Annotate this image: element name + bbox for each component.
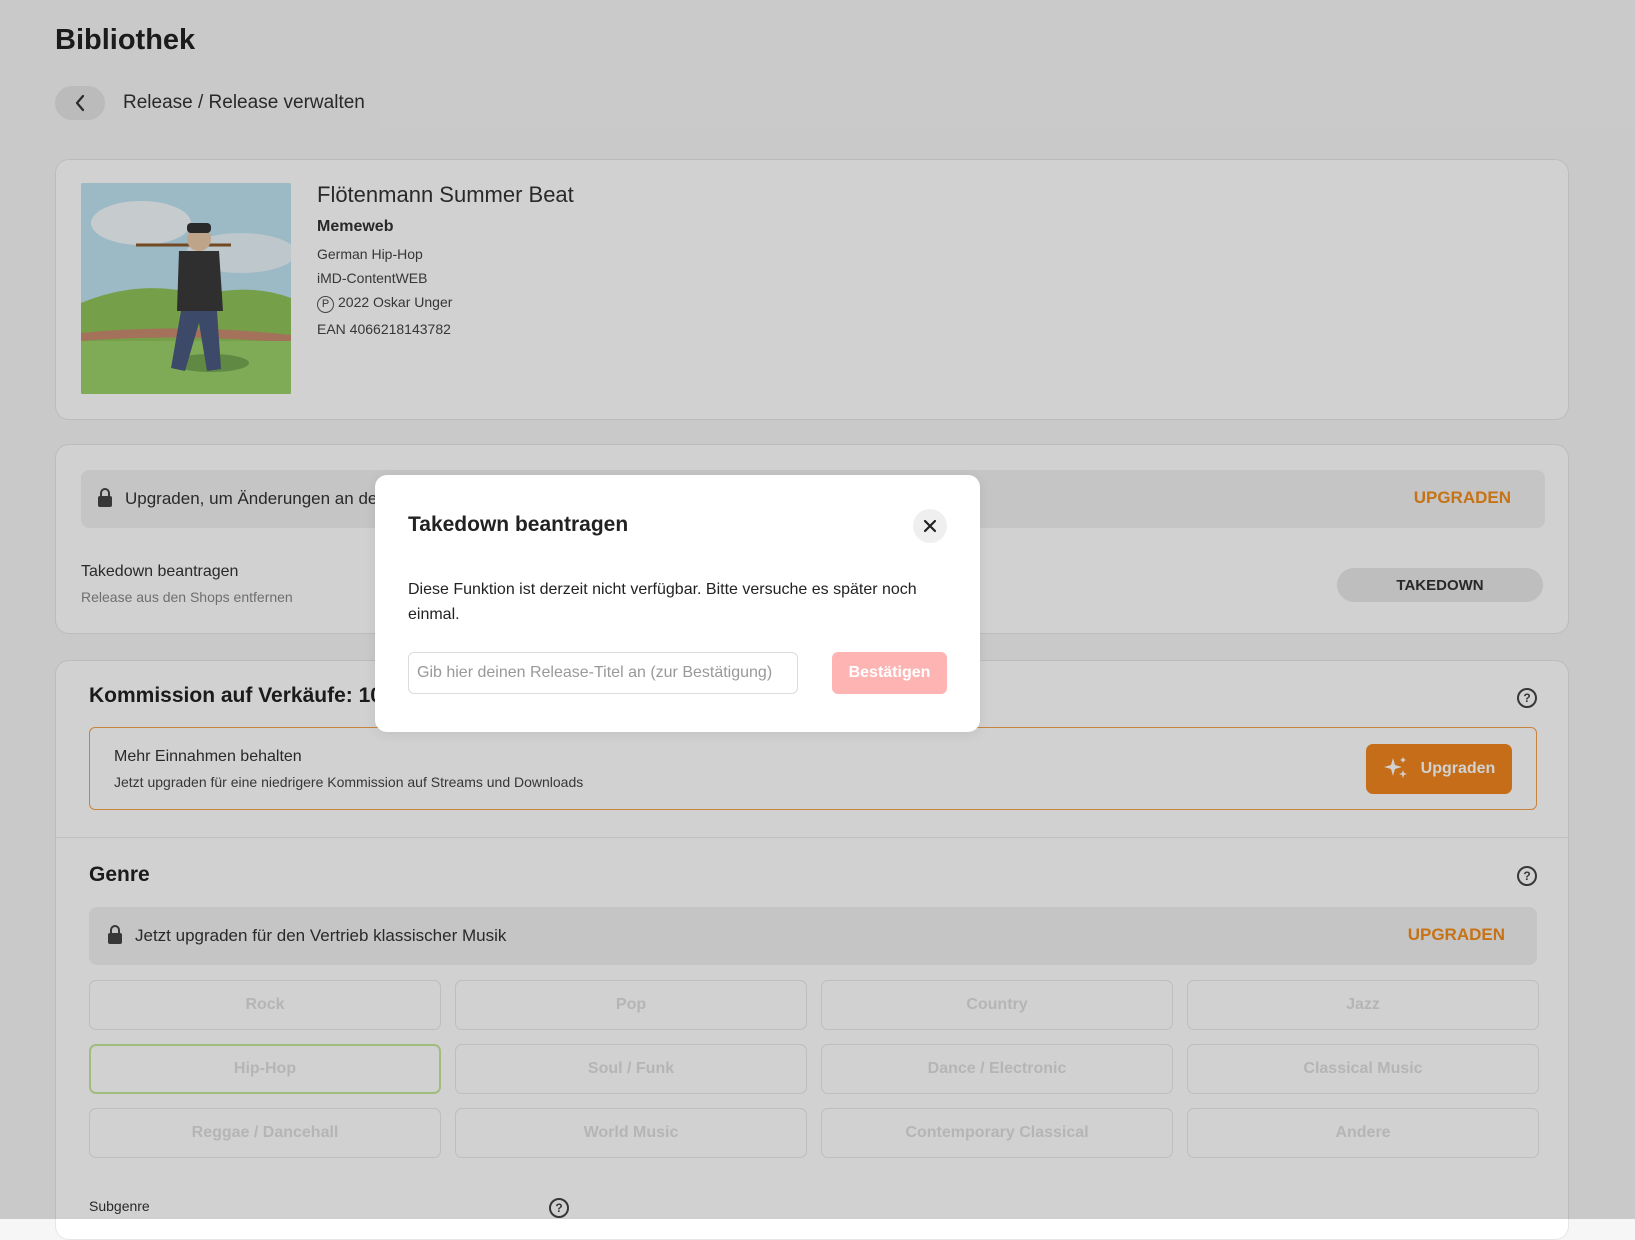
release-title-confirm-input[interactable] <box>408 652 798 694</box>
confirm-button[interactable]: Bestätigen <box>832 652 947 694</box>
modal-message: Diese Funktion ist derzeit nicht verfügb… <box>408 581 917 623</box>
close-icon <box>923 519 937 533</box>
modal-title: Takedown beantragen <box>408 513 629 536</box>
close-button[interactable] <box>913 509 947 543</box>
takedown-modal: Takedown beantragen Diese Funktion ist d… <box>375 475 980 732</box>
